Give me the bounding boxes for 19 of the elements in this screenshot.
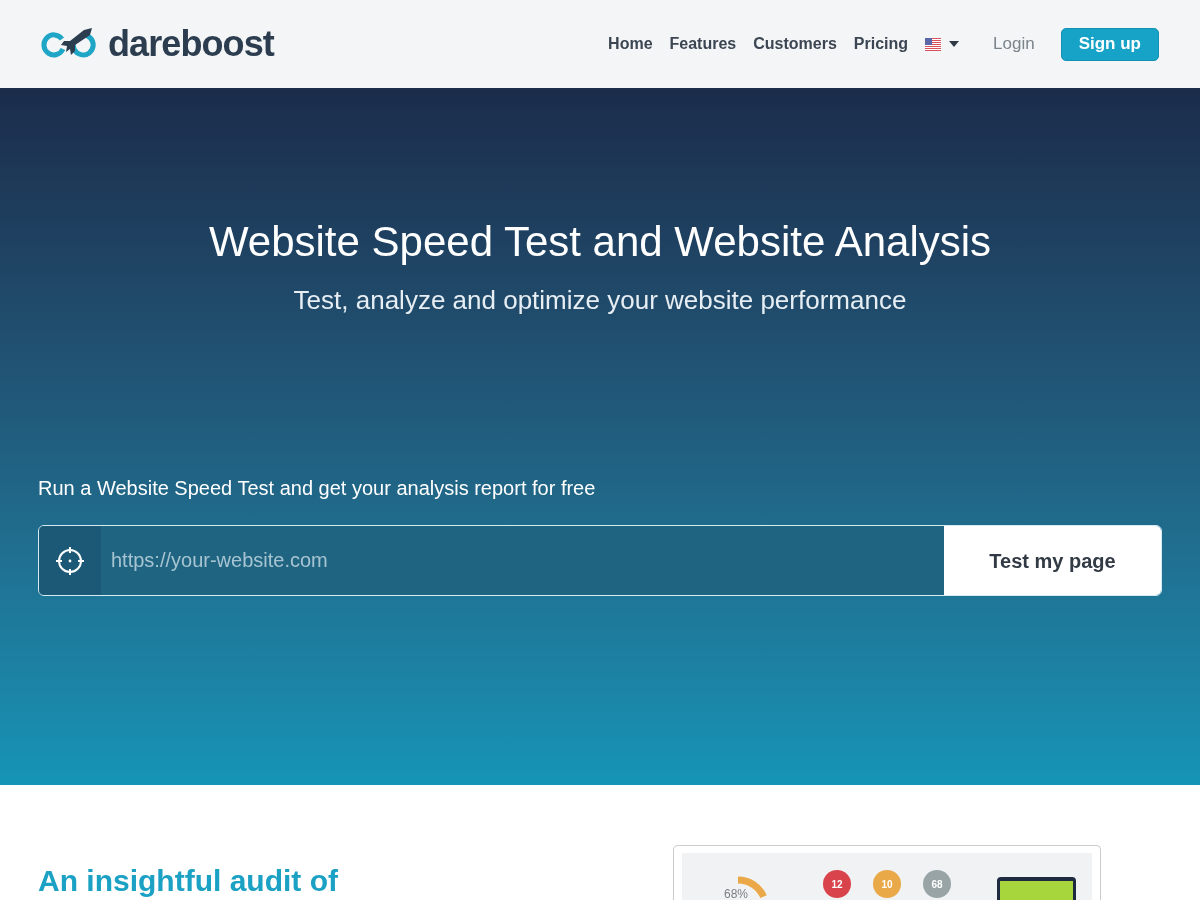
nav-link[interactable]: Customers bbox=[753, 32, 837, 56]
logo-link[interactable]: dareboost bbox=[40, 24, 274, 64]
hero-subtitle: Test, analyze and optimize your website performance bbox=[293, 284, 907, 317]
login-link[interactable]: Login bbox=[993, 31, 1035, 57]
flag-icon bbox=[925, 37, 942, 51]
test-page-button[interactable]: Test my page bbox=[944, 526, 1161, 595]
hero-title: Website Speed Test and Website Analysis bbox=[208, 217, 992, 267]
caret-icon bbox=[949, 41, 960, 47]
url-input[interactable]: https://your-website.com bbox=[101, 526, 944, 595]
section-heading: An insightful audit of bbox=[38, 864, 338, 898]
score-value: 68% bbox=[724, 888, 749, 900]
nav-link[interactable]: Features bbox=[669, 32, 737, 56]
issue-count-badge: 68 bbox=[923, 870, 951, 898]
nav-link[interactable]: Pricing bbox=[853, 32, 909, 56]
issue-count-badge: 10 bbox=[873, 870, 901, 898]
form-prompt: Run a Website Speed Test and get your analysis report for free bbox=[38, 476, 596, 501]
nav-link[interactable]: Home bbox=[608, 32, 653, 56]
crosshair-icon bbox=[39, 526, 101, 595]
issue-count-badge: 12 bbox=[823, 870, 851, 898]
